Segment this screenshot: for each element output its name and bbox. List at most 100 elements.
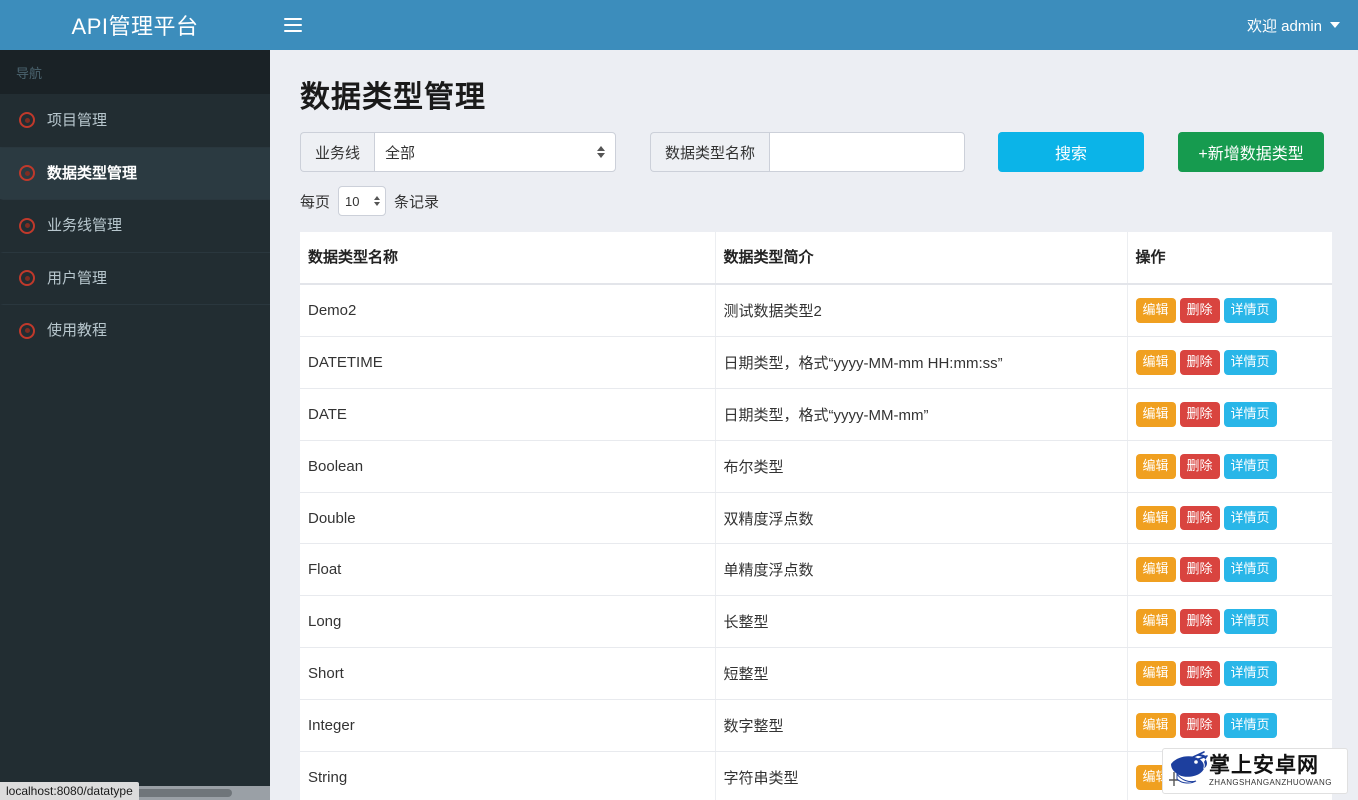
page-title: 数据类型管理 — [300, 81, 486, 114]
edit-button[interactable]: 编辑 — [1135, 349, 1176, 375]
hamburger-bar — [284, 24, 302, 26]
sidebar-item-4[interactable]: 用户管理 — [0, 251, 270, 305]
select-spinner-icon — [374, 196, 381, 206]
hamburger-icon[interactable] — [270, 0, 316, 50]
edit-button[interactable]: 编辑 — [1135, 661, 1176, 687]
main-content: 数据类型管理 业务线 全部 数据类型名称 搜索 +新增数据类型 每页 10 条记… — [270, 50, 1358, 800]
business-line-select[interactable]: 全部 — [374, 132, 617, 172]
delete-button[interactable]: 删除 — [1179, 557, 1220, 583]
watermark-cn-text: 掌上安卓网 — [1209, 754, 1319, 777]
datatype-name-filter-group: 数据类型名称 — [650, 132, 966, 172]
dragon-logo-icon — [1163, 750, 1209, 792]
add-datatype-button[interactable]: +新增数据类型 — [1178, 132, 1325, 172]
table-row: Integer 数字整型 编辑 删除 详情页 — [300, 699, 1332, 753]
cell-datatype-name: Long — [300, 595, 716, 649]
cell-datatype-name: Double — [300, 492, 716, 545]
cell-datatype-desc: 字符串类型 — [715, 751, 1128, 800]
circle-o-icon — [19, 217, 35, 234]
user-greeting-label: 欢迎 admin — [1246, 17, 1322, 35]
status-url-text: localhost:8080/datatype — [6, 784, 133, 798]
edit-button[interactable]: 编辑 — [1135, 505, 1176, 531]
cell-datatype-name: String — [300, 751, 716, 800]
cell-datatype-desc: 日期类型，格式“yyyy-MM-mm” — [715, 388, 1128, 441]
table-header-row: 数据类型名称 数据类型简介 操作 — [300, 232, 1332, 285]
business-line-selected-value: 全部 — [385, 144, 416, 162]
cell-datatype-name: Float — [300, 543, 716, 597]
edit-button[interactable]: 编辑 — [1135, 609, 1176, 635]
circle-o-icon — [19, 165, 35, 182]
delete-button[interactable]: 删除 — [1179, 349, 1220, 375]
edit-button[interactable]: 编辑 — [1135, 298, 1176, 323]
search-button[interactable]: 搜索 — [998, 132, 1145, 172]
cell-actions: 编辑删除详情页 — [1127, 699, 1332, 753]
cell-actions: 编辑删除详情页 — [1127, 336, 1332, 389]
cell-actions: 编辑删除详情页 — [1127, 284, 1332, 337]
per-page-control: 每页 10 条记录 — [270, 172, 1358, 216]
detail-button[interactable]: 详情页 — [1223, 609, 1277, 635]
watermark-logo: 掌上安卓网 ZHANGSHANGANZHUOWANG — [1162, 748, 1348, 794]
detail-button[interactable]: 详情页 — [1223, 505, 1277, 531]
sidebar-item-label: 项目管理 — [47, 111, 108, 129]
detail-button[interactable]: 详情页 — [1223, 557, 1277, 583]
edit-button[interactable]: 编辑 — [1135, 713, 1176, 739]
chevron-down-icon — [1330, 22, 1340, 28]
table-row: Demo2 测试数据类型2 编辑 删除 详情页 — [300, 284, 1332, 337]
table-column-header-1: 数据类型名称 — [300, 232, 716, 285]
table-column-header-3: 操作 — [1127, 232, 1332, 285]
cell-datatype-name: DATE — [300, 388, 716, 441]
cell-datatype-desc: 单精度浮点数 — [715, 543, 1128, 597]
delete-button[interactable]: 删除 — [1179, 453, 1220, 479]
sidebar-item-label: 数据类型管理 — [47, 164, 138, 182]
sidebar: API管理平台 导航 项目管理数据类型管理业务线管理用户管理使用教程 — [0, 0, 270, 800]
cell-datatype-desc: 长整型 — [715, 595, 1128, 649]
cell-datatype-name: Demo2 — [300, 284, 716, 337]
detail-button[interactable]: 详情页 — [1223, 713, 1277, 739]
sidebar-item-label: 用户管理 — [47, 269, 108, 287]
delete-button[interactable]: 删除 — [1179, 609, 1220, 635]
detail-button[interactable]: 详情页 — [1223, 453, 1277, 479]
sidebar-item-label: 使用教程 — [47, 322, 108, 340]
sidebar-nav-header: 导航 — [0, 50, 270, 94]
delete-button[interactable]: 删除 — [1179, 298, 1220, 323]
browser-status-bar: localhost:8080/datatype — [0, 782, 139, 800]
datatype-table: 数据类型名称 数据类型简介 操作 Demo2 测试数据类型2 编辑 删除 详情页 DATETI… — [300, 232, 1332, 800]
detail-button[interactable]: 详情页 — [1223, 349, 1277, 375]
edit-button[interactable]: 编辑 — [1135, 453, 1176, 479]
select-spinner-icon — [597, 146, 606, 158]
cell-datatype-name: DATETIME — [300, 336, 716, 389]
table-row: Float 单精度浮点数 编辑 删除 详情页 — [300, 543, 1332, 597]
delete-button[interactable]: 删除 — [1179, 661, 1220, 687]
datatype-table-container: 数据类型名称 数据类型简介 操作 Demo2 测试数据类型2 编辑 删除 详情页 DATETI… — [300, 232, 1332, 800]
edit-button[interactable]: 编辑 — [1135, 557, 1176, 583]
detail-button[interactable]: 详情页 — [1223, 298, 1277, 323]
brand-title: API管理平台 — [0, 0, 270, 50]
filter-toolbar: 业务线 全部 数据类型名称 搜索 +新增数据类型 — [270, 128, 1358, 172]
datatype-name-input[interactable] — [769, 132, 966, 172]
table-row: Boolean 布尔类型 编辑 删除 详情页 — [300, 440, 1332, 493]
detail-button[interactable]: 详情页 — [1223, 401, 1277, 427]
table-row: DATETIME 日期类型，格式“yyyy-MM-mm HH:mm:ss” 编辑 删除… — [300, 336, 1332, 389]
delete-button[interactable]: 删除 — [1179, 713, 1220, 739]
delete-button[interactable]: 删除 — [1179, 401, 1220, 427]
per-page-prefix-label: 每页 — [300, 193, 331, 211]
delete-button[interactable]: 删除 — [1179, 505, 1220, 531]
table-row: Double 双精度浮点数 编辑 删除 详情页 — [300, 492, 1332, 545]
user-menu[interactable]: 欢迎 admin — [1237, 0, 1358, 50]
sidebar-item-2[interactable]: 数据类型管理 — [0, 146, 270, 199]
top-header-bar: 欢迎 admin — [270, 0, 1358, 50]
business-line-filter-group: 业务线 全部 — [300, 132, 617, 172]
sidebar-item-1[interactable]: 项目管理 — [0, 94, 270, 147]
sidebar-item-5[interactable]: 使用教程 — [0, 304, 270, 357]
cell-datatype-name: Short — [300, 647, 716, 701]
cell-datatype-desc: 布尔类型 — [715, 440, 1128, 493]
hamburger-bar — [284, 18, 302, 20]
cell-actions: 编辑删除详情页 — [1127, 440, 1332, 493]
per-page-select[interactable]: 10 — [338, 186, 387, 216]
detail-button[interactable]: 详情页 — [1223, 661, 1277, 687]
edit-button[interactable]: 编辑 — [1135, 401, 1176, 427]
table-row: Short 短整型 编辑 删除 详情页 — [300, 647, 1332, 701]
cell-datatype-desc: 日期类型，格式“yyyy-MM-mm HH:mm:ss” — [715, 336, 1128, 389]
sidebar-item-3[interactable]: 业务线管理 — [0, 199, 270, 252]
app-root: API管理平台 导航 项目管理 数据类型管理 业务线管理 用户管理 使用教程 欢迎 ad… — [0, 0, 1358, 800]
watermark-en-text: ZHANGSHANGANZHUOWANG — [1209, 778, 1332, 787]
